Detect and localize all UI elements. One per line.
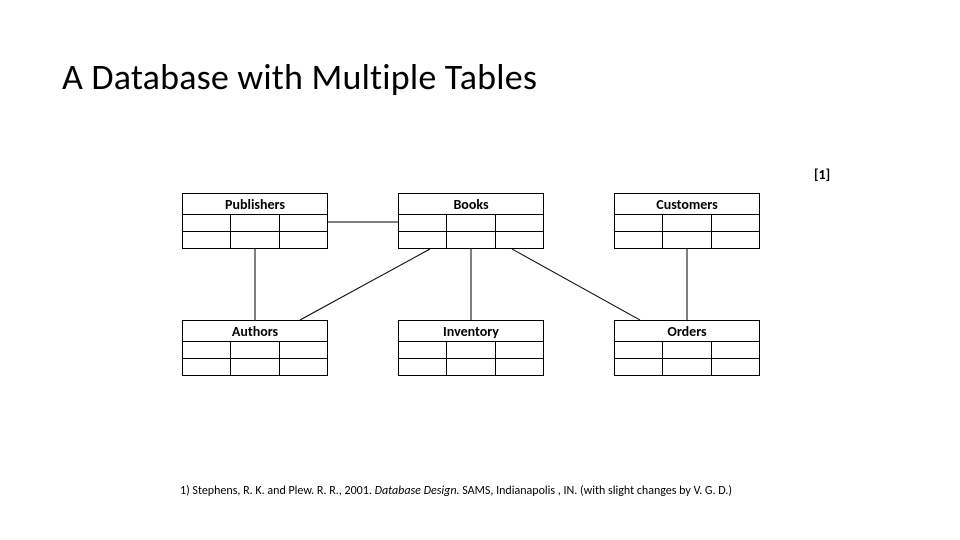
table-header: Publishers (183, 194, 328, 215)
table-row (615, 215, 760, 232)
slide: A Database with Multiple Tables [1] Publ… (0, 0, 960, 540)
table-row (615, 342, 760, 359)
reference-marker: [1] (814, 166, 830, 183)
citation-prefix: 1) Stephens, R. K. and Plew. R. R., 2001… (180, 484, 375, 498)
table-row (183, 342, 328, 359)
citation: 1) Stephens, R. K. and Plew. R. R., 2001… (180, 484, 732, 498)
table-orders: Orders (614, 320, 760, 376)
table-authors: Authors (182, 320, 328, 376)
table-row (183, 232, 328, 249)
table-row (399, 359, 544, 376)
table-header: Authors (183, 321, 328, 342)
table-publishers: Publishers (182, 193, 328, 249)
table-row (183, 215, 328, 232)
table-header: Books (399, 194, 544, 215)
citation-suffix: SAMS, Indianapolis , IN. (with slight ch… (460, 484, 732, 498)
table-row (399, 342, 544, 359)
table-header: Customers (615, 194, 760, 215)
table-inventory: Inventory (398, 320, 544, 376)
table-books: Books (398, 193, 544, 249)
table-row (399, 215, 544, 232)
table-row (615, 359, 760, 376)
table-row (399, 232, 544, 249)
slide-title: A Database with Multiple Tables (62, 55, 537, 99)
table-header: Inventory (399, 321, 544, 342)
table-row (615, 232, 760, 249)
table-customers: Customers (614, 193, 760, 249)
citation-title: Database Design. (375, 484, 460, 498)
table-row (183, 359, 328, 376)
table-header: Orders (615, 321, 760, 342)
